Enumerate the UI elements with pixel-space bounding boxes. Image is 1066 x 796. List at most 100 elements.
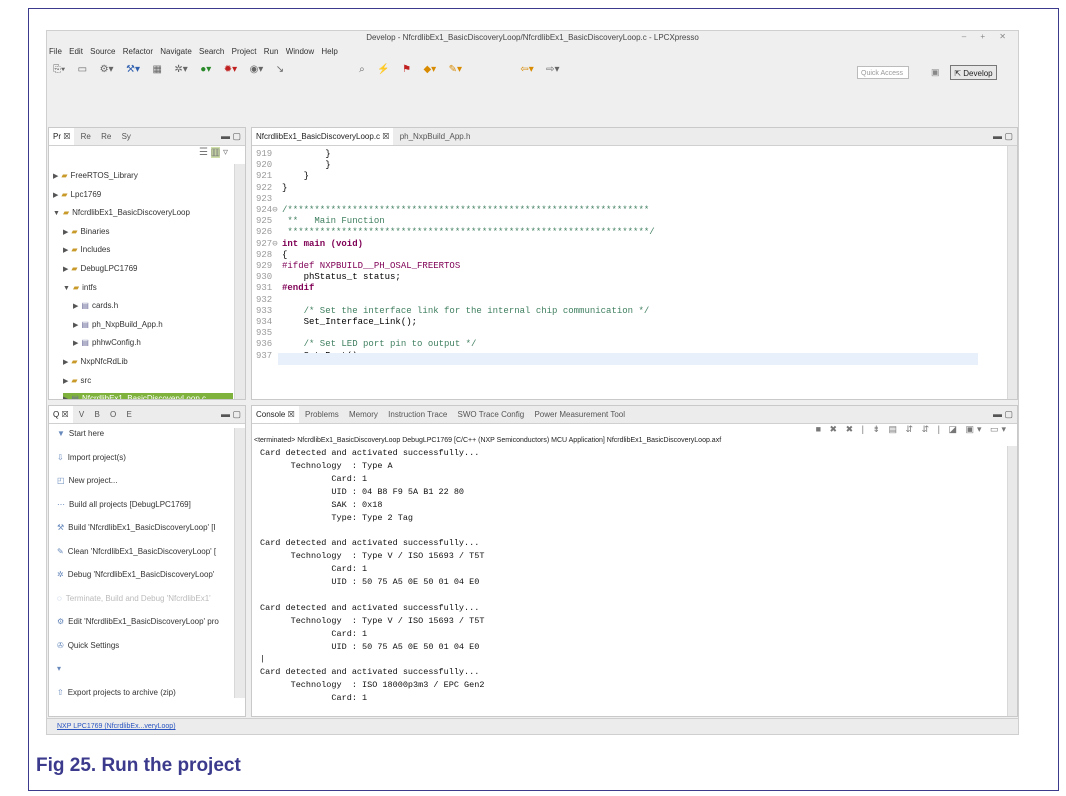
expand-arrow-icon[interactable]: ▶ (63, 229, 68, 236)
collapse-arrow-icon[interactable]: ▼ (63, 285, 70, 292)
perspective-develop-button[interactable]: ⇱ Develop (950, 65, 997, 80)
quickstart-item[interactable]: ◌ Terminate, Build and Debug 'NfcrdlibEx1… (57, 593, 211, 605)
external-tools-icon[interactable]: ◉▾ (250, 59, 264, 81)
expand-arrow-icon[interactable]: ▶ (73, 303, 78, 310)
search-icon[interactable]: ⌕ (359, 59, 365, 81)
tab-swo-trace-config[interactable]: SWO Trace Config (454, 406, 529, 423)
tab-quickstart[interactable]: Q ☒ (49, 406, 73, 423)
expand-arrow-icon[interactable]: ▶ (73, 340, 78, 347)
quickstart-item[interactable]: ⇧ Export projects to archive (zip) (57, 687, 176, 699)
tree-item[interactable]: ▶ ▤ cards.h (73, 300, 118, 313)
editor-scrollbar[interactable] (1007, 146, 1017, 399)
window-controls[interactable]: – + ✕ (962, 32, 1012, 41)
settings-icon[interactable]: ⚙▾ (100, 59, 114, 81)
menu-project[interactable]: Project (232, 47, 257, 56)
expand-arrow-icon[interactable]: ▶ (63, 266, 68, 273)
tab-problems[interactable]: Problems (301, 406, 343, 423)
expand-arrow-icon[interactable]: ▶ (63, 378, 68, 385)
tree-item[interactable]: ▶ ▤ phhwConfig.h (73, 337, 141, 350)
tree-item[interactable]: ▶ ▰ NxpNfcRdLib (63, 356, 128, 369)
quickstart-item[interactable]: ◰ New project... (57, 475, 117, 487)
tab-project-explorer[interactable]: Pr ☒ (49, 128, 75, 145)
console-toolbar-icons[interactable]: ■ ✖ ✖ | ⇟ ▤ ⇵ ⇵ | ◪ ▣▾ ▭▾ (816, 424, 1009, 435)
tab-build-header[interactable]: ph_NxpBuild_App.h (396, 128, 475, 145)
tree-item[interactable]: ▶ ▤ ph_NxpBuild_App.h (73, 319, 163, 332)
tree-item[interactable]: ▼ ▰ NfcrdlibEx1_BasicDiscoveryLoop (53, 207, 190, 220)
mark-icon[interactable]: ◆▾ (423, 59, 436, 81)
tab-expressions[interactable]: E (122, 406, 135, 423)
probe-icon[interactable]: ⚑ (402, 59, 411, 81)
expand-arrow-icon[interactable]: ▶ (53, 192, 58, 199)
console-scrollbar[interactable] (1007, 446, 1017, 716)
debug-icon[interactable]: ✹▾ (224, 59, 237, 81)
collapse-arrow-icon[interactable]: ▼ (53, 210, 60, 217)
console-minimize-maximize-icon[interactable]: ▬ ▢ (993, 406, 1013, 423)
save-icon[interactable]: ▭ (78, 59, 87, 81)
tab-breakpoints[interactable]: B (90, 406, 103, 423)
tab-main-c-file[interactable]: NfcrdlibEx1_BasicDiscoveryLoop.c ☒ (252, 128, 394, 145)
status-bar-target[interactable]: NXP LPC1769 (NfcrdlibEx...veryLoop) (47, 718, 1018, 734)
tree-item[interactable]: ▶ ▰ Lpc1769 (53, 189, 101, 202)
quickstart-minimize-maximize-icon[interactable]: ▬ ▢ (221, 406, 241, 423)
minimize-maximize-icon[interactable]: ▬ ▢ (221, 128, 241, 145)
tab-variables[interactable]: V (75, 406, 88, 423)
quickstart-item[interactable]: ▼ Start here (57, 428, 104, 440)
code-text: ****************************************… (282, 227, 655, 238)
debug-config-icon[interactable]: ✲▾ (174, 59, 187, 81)
explorer-scrollbar[interactable] (234, 164, 245, 399)
tree-item[interactable]: ▶ ▰ src (63, 375, 91, 388)
menu-navigate[interactable]: Navigate (160, 47, 192, 56)
quickstart-item[interactable]: ⚙ Edit 'NfcrdlibEx1_BasicDiscoveryLoop' p… (57, 616, 219, 628)
folder-icon: ▰ (71, 245, 78, 255)
tab-instruction-trace[interactable]: Instruction Trace (384, 406, 451, 423)
expand-arrow-icon[interactable]: ▶ (73, 322, 78, 329)
tree-item[interactable]: ▶ ▤ NfcrdlibEx1_BasicDiscoveryLoop.c (63, 393, 233, 399)
tree-item[interactable]: ▶ ▰ Binaries (63, 226, 109, 239)
tree-item[interactable]: ▶ ▰ DebugLPC1769 (63, 263, 137, 276)
new-icon[interactable]: ⎘▾ (53, 59, 65, 81)
menu-window[interactable]: Window (286, 47, 314, 56)
expand-arrow-icon[interactable]: ▶ (63, 247, 68, 254)
expand-arrow-icon[interactable]: ▶ (63, 396, 68, 399)
code-line: 919 } (256, 148, 331, 160)
tree-item[interactable]: ▼ ▰ intfs (63, 282, 97, 295)
tree-item[interactable]: ▶ ▰ Includes (63, 244, 110, 257)
menu-file[interactable]: File (49, 47, 62, 56)
expand-arrow-icon[interactable]: ▶ (53, 173, 58, 180)
tab-outline[interactable]: O (106, 406, 120, 423)
quickstart-item[interactable]: ⋯ Build all projects [DebugLPC1769] (57, 499, 191, 511)
tab-memory[interactable]: Memory (345, 406, 382, 423)
expand-arrow-icon[interactable]: ▶ (63, 359, 68, 366)
tab-registers-2[interactable]: Re (97, 128, 115, 145)
flash-icon[interactable]: ⚡ (377, 59, 389, 81)
tab-console[interactable]: Console ☒ (252, 406, 299, 423)
menu-edit[interactable]: Edit (69, 47, 83, 56)
quickstart-item[interactable]: ✎ Clean 'NfcrdlibEx1_BasicDiscoveryLoop' … (57, 546, 216, 558)
quick-access-input[interactable]: Quick Access (857, 66, 909, 79)
quickstart-item[interactable]: ✲ Debug 'NfcrdlibEx1_BasicDiscoveryLoop' (57, 569, 214, 581)
tree-item[interactable]: ▶ ▰ FreeRTOS_Library (53, 170, 138, 183)
menu-refactor[interactable]: Refactor (123, 47, 153, 56)
menu-run[interactable]: Run (264, 47, 279, 56)
editor-minimize-maximize-icon[interactable]: ▬ ▢ (993, 128, 1013, 145)
menu-source[interactable]: Source (90, 47, 115, 56)
explorer-toolbar-icons[interactable]: ☰ ▥ ▿ (199, 147, 228, 158)
back-icon[interactable]: ⇦▾ (520, 59, 533, 81)
tab-registers[interactable]: Re (77, 128, 95, 145)
quickstart-item[interactable]: ⚒ Build 'NfcrdlibEx1_BasicDiscoveryLoop' … (57, 522, 216, 534)
skip-breakpoints-icon[interactable]: ↘ (276, 59, 284, 81)
target-icon[interactable]: ▦ (152, 59, 161, 81)
tab-power-measurement[interactable]: Power Measurement Tool (530, 406, 629, 423)
quickstart-scrollbar[interactable] (234, 428, 245, 698)
menu-help[interactable]: Help (321, 47, 337, 56)
annotation-icon[interactable]: ✎▾ (449, 59, 462, 81)
build-icon[interactable]: ⚒▾ (126, 59, 140, 81)
quickstart-item[interactable]: ▾ (57, 663, 65, 675)
quickstart-item[interactable]: ✇ Quick Settings (57, 640, 119, 652)
open-perspective-icon[interactable]: ▣ (931, 67, 940, 78)
quickstart-item[interactable]: ⇩ Import project(s) (57, 452, 126, 464)
tab-symbols[interactable]: Sy (118, 128, 135, 145)
forward-icon[interactable]: ⇨▾ (546, 59, 559, 81)
menu-search[interactable]: Search (199, 47, 224, 56)
run-icon[interactable]: ●▾ (200, 59, 211, 81)
